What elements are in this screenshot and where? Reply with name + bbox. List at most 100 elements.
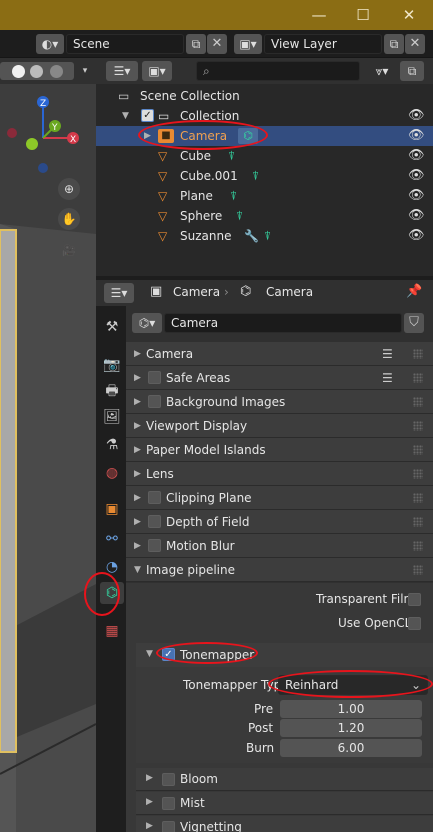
material-shading-icon[interactable] (30, 65, 43, 78)
subpanel-checkbox[interactable] (162, 773, 175, 786)
outliner-row-cube-001[interactable]: ▽ Cube.001 ⍒ 👁 (96, 166, 433, 186)
navigation-gizmo[interactable]: Z X Y (0, 88, 96, 178)
datablock-browse-icon[interactable]: ⌬▾ (132, 313, 162, 333)
drag-grip-icon[interactable] (413, 517, 423, 527)
pre-field[interactable]: 1.00 (280, 700, 422, 718)
drag-grip-icon[interactable] (413, 541, 423, 551)
output-tab-icon[interactable]: 🖶 (100, 380, 124, 402)
view-layer-tab-icon[interactable]: 🖼 (100, 406, 124, 428)
datablock-name-field[interactable]: Camera (164, 313, 402, 333)
drag-grip-icon[interactable] (413, 493, 423, 503)
outliner-row-scene-collection[interactable]: ▭ Scene Collection (96, 86, 433, 106)
view-layer-field[interactable]: View Layer (264, 34, 382, 54)
visibility-eye-icon[interactable]: 👁 (408, 126, 425, 146)
panel-motion-blur[interactable]: ▶ Motion Blur (126, 534, 433, 558)
outliner-row-suzanne[interactable]: ▽ Suzanne 🔧 ⍒ 👁 (96, 226, 433, 246)
close-icon[interactable]: ✕ (397, 4, 421, 26)
visibility-eye-icon[interactable]: 👁 (408, 146, 425, 166)
zoom-icon[interactable]: ⊕ (58, 178, 80, 200)
visibility-eye-icon[interactable]: 👁 (408, 226, 425, 246)
transparent-film-checkbox[interactable] (408, 593, 421, 606)
panel-checkbox[interactable] (148, 515, 161, 528)
solid-shading-icon[interactable] (12, 65, 25, 78)
mesh-data-icon[interactable]: ⍒ (264, 226, 271, 246)
outliner-new-collection-icon[interactable]: ⧉ (400, 61, 424, 81)
use-opencl-checkbox[interactable] (408, 617, 421, 630)
panel-checkbox[interactable] (148, 395, 161, 408)
pin-icon[interactable]: 📌 (406, 284, 422, 299)
drag-grip-icon[interactable] (413, 397, 423, 407)
panel-safe-areas[interactable]: ▶ Safe Areas ☰ (126, 366, 433, 390)
panel-lens[interactable]: ▶ Lens (126, 462, 433, 486)
outliner-row-collection[interactable]: ▼ ✓ ▭ Collection 👁 (96, 106, 433, 126)
outliner-search-input[interactable]: ⌕ (196, 61, 360, 81)
camera-view-icon[interactable]: 🎥 (58, 240, 80, 262)
subpanel-arrow-icon[interactable]: ▼ (146, 649, 153, 659)
view-layer-selector-icon[interactable]: ▣▾ (234, 34, 262, 54)
panel-viewport-display[interactable]: ▶ Viewport Display (126, 414, 433, 438)
subpanel-checkbox[interactable] (162, 797, 175, 810)
copy-scene-icon[interactable]: ⧉ (186, 34, 206, 54)
exclude-checkbox[interactable]: ✓ (141, 109, 154, 122)
pan-hand-icon[interactable]: ✋ (58, 208, 80, 230)
panel-background-images[interactable]: ▶ Background Images (126, 390, 433, 414)
object-tab-icon[interactable]: ▣ (100, 498, 124, 520)
drag-grip-icon[interactable] (413, 469, 423, 479)
drag-grip-icon[interactable] (413, 445, 423, 455)
panel-camera[interactable]: ▶ Camera ☰ (126, 342, 433, 366)
panel-checkbox[interactable] (148, 491, 161, 504)
mesh-data-icon[interactable]: ⍒ (228, 146, 235, 166)
outliner-row-plane[interactable]: ▽ Plane ⍒ 👁 (96, 186, 433, 206)
copy-view-layer-icon[interactable]: ⧉ (384, 34, 404, 54)
panel-image-pipeline[interactable]: ▼ Image pipeline (126, 558, 433, 582)
visibility-eye-icon[interactable]: 👁 (408, 166, 425, 186)
rendered-shading-icon[interactable] (50, 65, 63, 78)
outliner-filter-icon[interactable]: ⩔▾ (368, 61, 396, 81)
mesh-data-icon[interactable]: ⍒ (236, 206, 243, 226)
subpanel-checkbox[interactable] (162, 821, 175, 832)
fake-user-shield-icon[interactable]: ⛉ (404, 313, 424, 333)
panel-clipping-plane[interactable]: ▶ Clipping Plane (126, 486, 433, 510)
subpanel-vignetting[interactable]: ▶ Vignetting (136, 816, 433, 832)
maximize-icon[interactable]: ☐ (351, 4, 375, 26)
visibility-eye-icon[interactable]: 👁 (408, 186, 425, 206)
mesh-data-icon[interactable]: ⍒ (252, 166, 259, 186)
drag-grip-icon[interactable] (413, 373, 423, 383)
presets-list-icon[interactable]: ☰ (382, 366, 393, 390)
presets-list-icon[interactable]: ☰ (382, 342, 393, 366)
remove-view-layer-icon[interactable]: ✕ (405, 34, 425, 54)
expand-arrow-icon[interactable]: ▼ (122, 106, 129, 126)
constraints-tab-icon[interactable]: ⚯ (100, 528, 124, 550)
drag-grip-icon[interactable] (413, 565, 423, 575)
visibility-eye-icon[interactable]: 👁 (408, 206, 425, 226)
render-tab-icon[interactable]: 📷 (100, 354, 124, 376)
outliner-row-cube[interactable]: ▽ Cube ⍒ 👁 (96, 146, 433, 166)
subpanel-bloom[interactable]: ▶ Bloom (136, 768, 433, 791)
world-tab-icon[interactable]: ◍ (100, 462, 124, 484)
remove-scene-icon[interactable]: ✕ (207, 34, 227, 54)
scene-selector-icon[interactable]: ◐▾ (36, 34, 64, 54)
panel-checkbox[interactable] (148, 371, 161, 384)
3d-viewport[interactable]: ▾ Z X Y ⊕ ✋ 🎥 (0, 58, 96, 832)
subpanel-mist[interactable]: ▶ Mist (136, 792, 433, 815)
editor-type-icon[interactable]: ☰▾ (104, 283, 134, 303)
modifier-wrench-icon[interactable]: 🔧 (244, 226, 259, 246)
drag-grip-icon[interactable] (413, 421, 423, 431)
panel-depth-of-field[interactable]: ▶ Depth of Field (126, 510, 433, 534)
outliner-row-sphere[interactable]: ▽ Sphere ⍒ 👁 (96, 206, 433, 226)
tool-tab-icon[interactable]: ⚒ (100, 316, 124, 338)
outliner-display-mode-icon[interactable]: ☰▾ (106, 61, 138, 81)
texture-tab-icon[interactable]: ▦ (100, 620, 124, 642)
visibility-eye-icon[interactable]: 👁 (408, 106, 425, 126)
shading-dropdown-icon[interactable]: ▾ (76, 62, 94, 80)
outliner-filter-view-icon[interactable]: ▣▾ (142, 61, 172, 81)
drag-grip-icon[interactable] (413, 349, 423, 359)
panel-paper-model-islands[interactable]: ▶ Paper Model Islands (126, 438, 433, 462)
scene-tab-icon[interactable]: ⚗ (100, 434, 124, 456)
minimize-icon[interactable]: — (307, 4, 331, 26)
scene-field[interactable]: Scene (66, 34, 184, 54)
panel-checkbox[interactable] (148, 539, 161, 552)
mesh-data-icon[interactable]: ⍒ (230, 186, 237, 206)
post-field[interactable]: 1.20 (280, 719, 422, 737)
burn-field[interactable]: 6.00 (280, 739, 422, 757)
